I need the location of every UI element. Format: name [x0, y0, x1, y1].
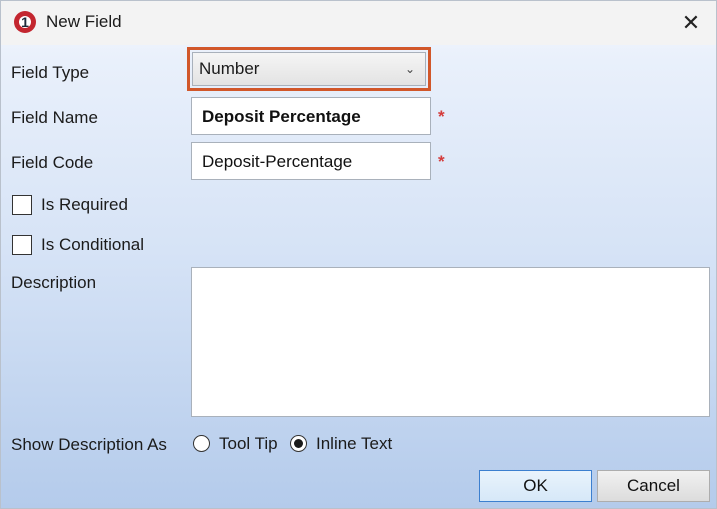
tooltip-radio[interactable]: [193, 435, 210, 452]
title-bar: 1 New Field ✕: [1, 1, 716, 45]
field-code-label: Field Code: [11, 153, 94, 172]
description-textarea[interactable]: [191, 267, 710, 417]
field-name-input[interactable]: Deposit Percentage: [191, 97, 431, 135]
is-conditional-checkbox[interactable]: [12, 235, 32, 255]
dialog-title: New Field: [46, 12, 122, 31]
inline-text-radio[interactable]: [290, 435, 307, 452]
radio-selected-dot: [294, 439, 303, 448]
field-code-value: Deposit-Percentage: [202, 152, 353, 171]
close-icon[interactable]: ✕: [669, 7, 713, 39]
is-required-label: Is Required: [41, 195, 128, 214]
description-label: Description: [11, 273, 97, 292]
show-description-label: Show Description As: [11, 435, 167, 454]
field-type-dropdown[interactable]: Number ⌄: [192, 52, 426, 86]
field-type-highlight: Number ⌄: [187, 47, 431, 91]
field-name-label: Field Name: [11, 108, 98, 127]
field-name-value: Deposit Percentage: [202, 107, 361, 126]
field-name-required-marker: *: [438, 107, 445, 126]
chevron-down-icon: ⌄: [404, 62, 415, 76]
ok-button[interactable]: OK: [479, 470, 592, 502]
field-code-input[interactable]: Deposit-Percentage: [191, 142, 431, 180]
cancel-button[interactable]: Cancel: [597, 470, 710, 502]
is-conditional-label: Is Conditional: [41, 235, 145, 254]
field-code-required-marker: *: [438, 152, 445, 171]
new-field-dialog: 1 New Field ✕ Field Type Number ⌄ Field …: [0, 0, 717, 509]
inline-text-radio-label: Inline Text: [316, 434, 393, 453]
field-type-label: Field Type: [11, 63, 90, 82]
app-logo-icon: 1: [14, 11, 36, 33]
is-required-checkbox[interactable]: [12, 195, 32, 215]
tooltip-radio-label: Tool Tip: [219, 434, 278, 453]
field-type-value: Number: [199, 59, 260, 78]
